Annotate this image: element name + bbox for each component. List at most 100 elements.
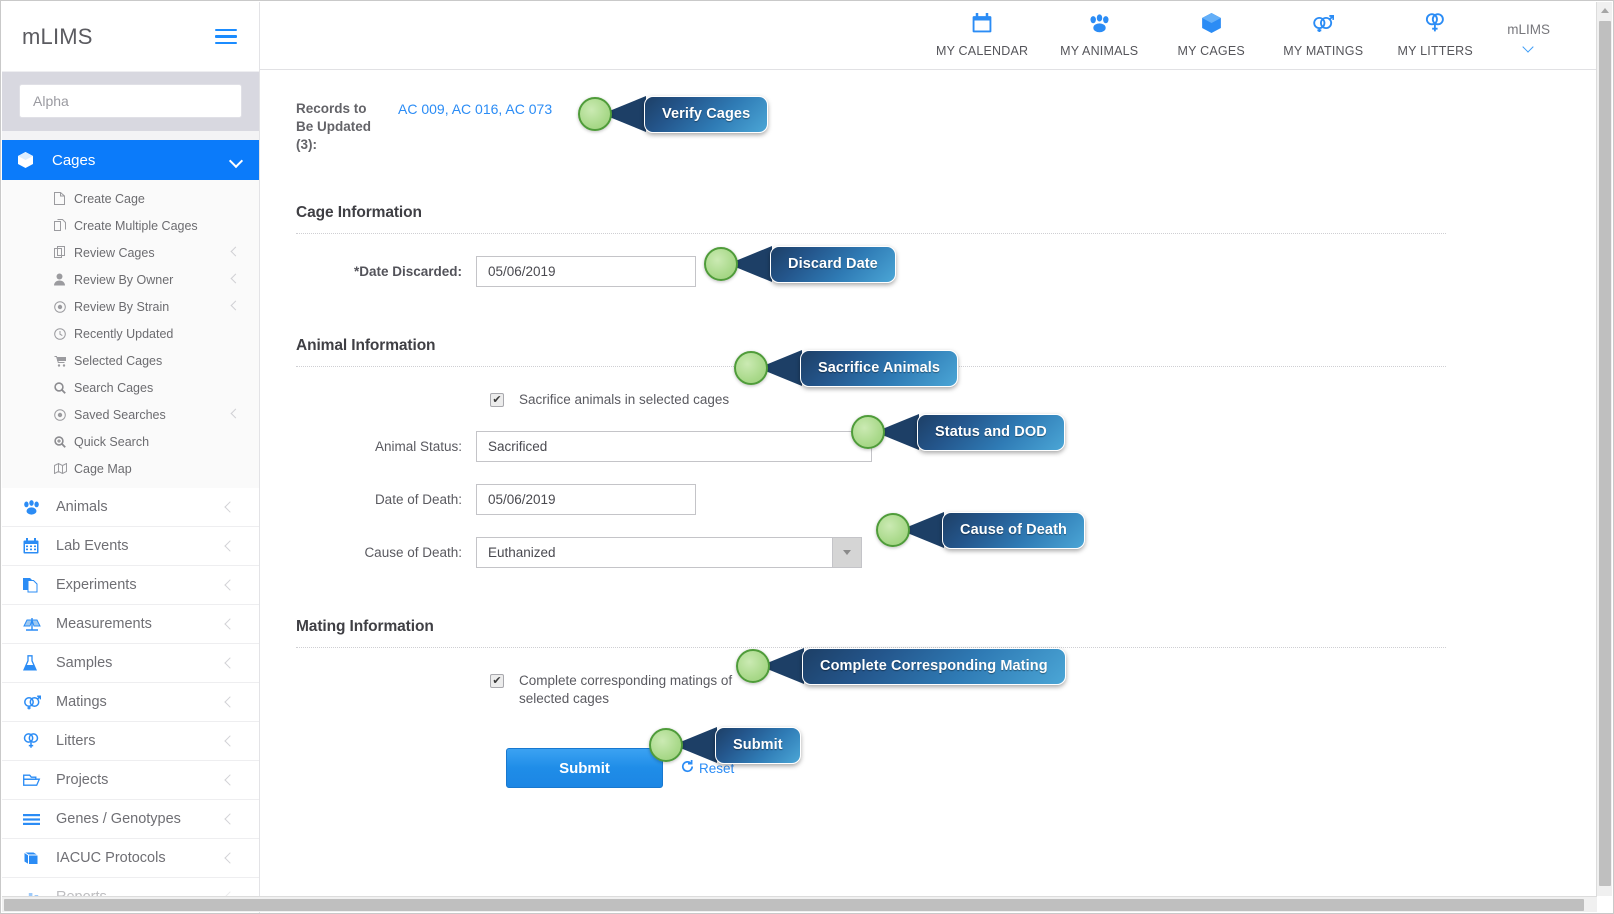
sidebar-item-label: Cage Map	[74, 461, 132, 476]
sidebar-item-saved-searches[interactable]: Saved Searches	[2, 401, 259, 428]
double-female-icon	[1425, 13, 1446, 39]
calendar-icon	[23, 538, 47, 554]
sidebar-item-recently-updated[interactable]: Recently Updated	[2, 320, 259, 347]
sidebar-item-review-by-owner[interactable]: Review By Owner	[2, 266, 259, 293]
clock-icon	[54, 327, 71, 340]
sidebar-item-litters[interactable]: Litters	[2, 722, 259, 761]
sidebar-item-review-by-strain[interactable]: Review By Strain	[2, 293, 259, 320]
cube-icon	[1201, 13, 1221, 39]
main-content: Records to Be Updated (3): AC 009, AC 01…	[260, 70, 1598, 868]
sidebar-item-label: Selected Cages	[74, 353, 163, 368]
brand-title: mLIMS	[22, 23, 93, 49]
sidebar-search-container	[2, 72, 259, 131]
cart-icon	[54, 355, 71, 367]
vertical-scrollbar-thumb[interactable]	[1598, 21, 1611, 886]
complete-matings-label: Complete corresponding matings of select…	[519, 673, 733, 706]
reset-label: Reset	[699, 760, 735, 776]
user-menu[interactable]: mLIMS	[1507, 22, 1550, 50]
sidebar-item-iacuc-protocols[interactable]: IACUC Protocols	[2, 839, 259, 878]
sidebar-item-search-cages[interactable]: Search Cages	[2, 374, 259, 401]
double-female-icon	[23, 733, 47, 749]
paw-icon	[1089, 14, 1110, 39]
sidebar-item-genes-genotypes[interactable]: Genes / Genotypes	[2, 800, 259, 839]
user-icon	[54, 273, 71, 286]
sidebar-item-label: Review Cages	[74, 245, 155, 260]
sidebar-item-create-multiple-cages[interactable]: Create Multiple Cages	[2, 212, 259, 239]
sidebar-item-samples[interactable]: Samples	[2, 644, 259, 683]
horizontal-scrollbar-thumb[interactable]	[4, 899, 1584, 911]
animal-status-label: Animal Status:	[374, 439, 462, 454]
records-value[interactable]: AC 009, AC 016, AC 073	[398, 101, 552, 117]
sidebar-item-create-cage[interactable]: Create Cage	[2, 185, 259, 212]
magnifier-icon	[54, 381, 71, 394]
sidebar-item-label: Saved Searches	[74, 407, 166, 422]
sidebar-item-label: Recently Updated	[74, 326, 174, 341]
field-row-date-discarded: *Date Discarded:	[296, 256, 1598, 287]
date-of-death-label: Date of Death:	[374, 492, 462, 507]
book-icon	[23, 851, 47, 866]
sidebar-item-selected-cages[interactable]: Selected Cages	[2, 347, 259, 374]
submit-button[interactable]: Submit	[506, 748, 663, 788]
sidebar-item-cage-map[interactable]: Cage Map	[2, 455, 259, 482]
application-window: mLIMS Cages Create Cage	[0, 0, 1614, 914]
date-discarded-input[interactable]	[476, 256, 696, 287]
chevron-down-icon	[230, 156, 243, 164]
date-of-death-input[interactable]	[476, 484, 696, 515]
sidebar-item-measurements[interactable]: Measurements	[2, 605, 259, 644]
map-icon	[54, 463, 71, 474]
sidebar-item-label: Litters	[56, 733, 96, 749]
folder-icon	[23, 773, 47, 787]
cube-icon	[18, 152, 40, 168]
sidebar-item-label: Lab Events	[56, 538, 129, 554]
sidebar-item-animals[interactable]: Animals	[2, 488, 259, 527]
complete-matings-checkbox[interactable]: ✔	[490, 674, 504, 688]
top-nav-label: MY CALENDAR	[935, 44, 1029, 58]
search-input[interactable]	[19, 84, 242, 118]
sidebar-item-lab-events[interactable]: Lab Events	[2, 527, 259, 566]
vertical-scrollbar[interactable]	[1596, 2, 1612, 896]
sidebar-item-matings[interactable]: Matings	[2, 683, 259, 722]
sidebar-item-projects[interactable]: Projects	[2, 761, 259, 800]
cause-of-death-input[interactable]	[476, 537, 832, 568]
top-nav-my-cages[interactable]: MY CAGES	[1155, 13, 1267, 58]
sidebar-submenu: Create Cage Create Multiple Cages Review…	[2, 180, 259, 488]
sidebar-item-label: Samples	[56, 655, 113, 671]
sidebar-item-experiments[interactable]: Experiments	[2, 566, 259, 605]
sacrifice-animals-checkbox[interactable]: ✔	[490, 393, 504, 407]
top-nav-my-litters[interactable]: MY LITTERS	[1379, 13, 1491, 58]
date-discarded-label: *Date Discarded:	[353, 264, 462, 279]
sidebar-item-quick-search[interactable]: Quick Search	[2, 428, 259, 455]
reset-link[interactable]: Reset	[681, 760, 734, 776]
user-menu-label: mLIMS	[1507, 21, 1550, 37]
refresh-icon	[681, 760, 694, 776]
sidebar-item-label: Review By Strain	[74, 299, 170, 314]
records-label: Records to Be Updated (3):	[296, 101, 372, 152]
sidebar-item-label: Review By Owner	[74, 272, 174, 287]
sidebar-item-review-cages[interactable]: Review Cages	[2, 239, 259, 266]
section-divider	[296, 233, 1446, 234]
sidebar-item-label: Projects	[56, 772, 109, 788]
horizontal-scrollbar[interactable]	[2, 896, 1597, 912]
target-icon	[54, 300, 71, 313]
sidebar-item-label: Create Cage	[74, 191, 145, 206]
cause-of-death-select[interactable]	[476, 537, 862, 568]
sidebar-item-label: Matings	[56, 694, 107, 710]
section-title-mating-information: Mating Information	[296, 618, 434, 635]
male-female-icon	[1312, 13, 1335, 39]
chevron-left-icon	[230, 246, 241, 257]
sidebar-item-label: Experiments	[56, 577, 137, 593]
copy-files-icon	[54, 219, 71, 232]
top-nav-my-calendar[interactable]: MY CALENDAR	[921, 13, 1043, 58]
top-nav-my-animals[interactable]: MY ANIMALS	[1043, 14, 1155, 58]
section-divider	[296, 647, 1446, 648]
sidebar-group-cages[interactable]: Cages	[2, 140, 259, 180]
caret-down-icon[interactable]	[832, 537, 862, 568]
sidebar-item-label: Quick Search	[74, 434, 150, 449]
hamburger-menu-icon[interactable]	[215, 28, 237, 45]
top-nav-my-matings[interactable]: MY MATINGS	[1267, 13, 1379, 58]
section-title-animal-information: Animal Information	[296, 337, 436, 354]
chevron-down-icon	[1523, 43, 1535, 50]
top-nav-label: MY LITTERS	[1397, 44, 1473, 58]
animal-status-input[interactable]	[476, 431, 872, 462]
scroll-up-arrow-icon[interactable]	[1597, 2, 1613, 19]
